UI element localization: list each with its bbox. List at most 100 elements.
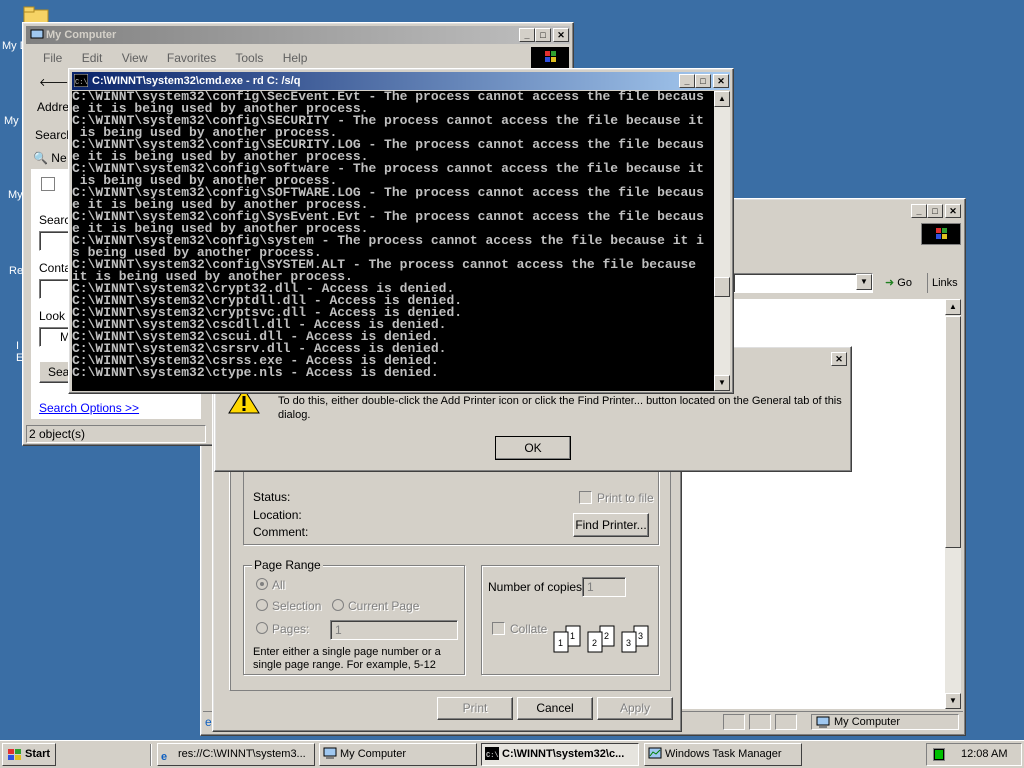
console-line: C:\WINNT\system32\ctype.nls - Access is … bbox=[72, 365, 439, 380]
task-button-ie[interactable]: e res://C:\WINNT\system3... bbox=[157, 743, 315, 766]
windows-logo-icon bbox=[531, 47, 569, 69]
cmd-scrollbar[interactable]: ▲ ▼ bbox=[714, 91, 730, 391]
menu-file[interactable]: File bbox=[43, 51, 62, 65]
minimize-button[interactable]: _ bbox=[519, 28, 535, 42]
current-page-label: Current Page bbox=[348, 599, 420, 613]
console-output[interactable]: C:\WINNT\system32\config\SecEvent.Evt - … bbox=[72, 91, 714, 391]
svg-text:2: 2 bbox=[604, 631, 609, 641]
message-text: To do this, either double-click the Add … bbox=[278, 395, 842, 421]
maximize-button[interactable]: □ bbox=[695, 74, 711, 88]
find-printer-button[interactable]: Find Printer... bbox=[573, 513, 649, 537]
close-button[interactable]: ✕ bbox=[945, 204, 961, 218]
copies-spinner[interactable]: 1 bbox=[582, 577, 626, 597]
task-label: res://C:\WINNT\system3... bbox=[178, 748, 306, 760]
desktop-label-5: I bbox=[16, 340, 20, 352]
print-button[interactable]: Print bbox=[437, 697, 513, 720]
print-to-file-checkbox[interactable] bbox=[579, 491, 592, 504]
browser-window-controls: _ □ ✕ bbox=[911, 204, 961, 218]
collate-checkbox[interactable] bbox=[492, 622, 505, 635]
menu-favorites[interactable]: Favorites bbox=[167, 51, 216, 65]
scroll-thumb[interactable] bbox=[714, 277, 730, 297]
page-range-hint: Enter either a single page number or a s… bbox=[253, 646, 441, 671]
search-for-label: Searc bbox=[39, 213, 71, 227]
windows-logo-icon bbox=[921, 223, 961, 245]
menu-tools[interactable]: Tools bbox=[235, 51, 263, 65]
svg-text:3: 3 bbox=[638, 631, 643, 641]
containing-label: Conta bbox=[39, 261, 72, 275]
copies-value: 1 bbox=[587, 580, 594, 594]
all-label: All bbox=[272, 578, 286, 592]
svg-text:3: 3 bbox=[626, 638, 631, 648]
minimize-button[interactable]: _ bbox=[679, 74, 695, 88]
task-button-cmd[interactable]: C:\ C:\WINNT\system32\c... bbox=[481, 743, 639, 766]
status-pane-2 bbox=[749, 714, 771, 730]
ie-icon: e bbox=[161, 751, 168, 763]
cmd-window: C:\WINNT\system32\cmd.exe - rd C: /s/q C… bbox=[68, 68, 734, 394]
menu-help[interactable]: Help bbox=[283, 51, 308, 65]
selection-label: Selection bbox=[272, 599, 322, 613]
scroll-up-arrow[interactable]: ▲ bbox=[945, 299, 961, 315]
copies-group: Number of copies: 1 Collate 1 1 2 2 3 3 bbox=[481, 565, 659, 675]
ok-button[interactable]: OK bbox=[495, 436, 571, 460]
look-in-label: Look bbox=[39, 309, 66, 323]
new-search-label: Ne bbox=[51, 151, 67, 165]
scroll-down-arrow[interactable]: ▼ bbox=[714, 375, 730, 391]
go-label: Go bbox=[897, 277, 912, 289]
computer-icon bbox=[323, 747, 337, 759]
cancel-button[interactable]: Cancel bbox=[517, 697, 593, 720]
desktop-label-4: Re bbox=[9, 265, 24, 277]
apply-button[interactable]: Apply bbox=[597, 697, 673, 720]
menu-view[interactable]: View bbox=[122, 51, 148, 65]
task-manager-icon bbox=[648, 747, 662, 759]
desktop-icon-my-documents[interactable] bbox=[22, 4, 52, 25]
cpu-meter-icon[interactable] bbox=[933, 748, 945, 761]
system-tray: 12:08 AM bbox=[926, 743, 1022, 766]
collate-label: Collate bbox=[510, 622, 548, 636]
svg-text:1: 1 bbox=[558, 638, 563, 648]
magnifier-icon: 🔍 bbox=[33, 151, 48, 165]
minimize-button[interactable]: _ bbox=[911, 204, 927, 218]
status-pane-1 bbox=[723, 714, 745, 730]
pages-input[interactable]: 1 bbox=[330, 620, 458, 640]
status-label: Status: bbox=[253, 490, 291, 504]
desktop-label-2: My bbox=[4, 115, 19, 127]
my-computer-statusbar: 2 object(s) bbox=[26, 425, 206, 443]
scroll-up-arrow[interactable]: ▲ bbox=[714, 91, 730, 107]
pages-radio[interactable] bbox=[256, 622, 268, 634]
search-options-link[interactable]: Search Options >> bbox=[39, 401, 139, 415]
browser-scrollbar[interactable]: ▲ ▼ bbox=[945, 299, 961, 709]
menu-edit[interactable]: Edit bbox=[82, 51, 103, 65]
my-computer-controls: _ □ ✕ bbox=[519, 28, 569, 42]
maximize-button[interactable]: □ bbox=[927, 204, 943, 218]
cmd-titlebar[interactable]: C:\WINNT\system32\cmd.exe - rd C: /s/q bbox=[72, 72, 730, 90]
task-button-my-computer[interactable]: My Computer bbox=[319, 743, 477, 766]
links-button[interactable]: Links bbox=[927, 273, 963, 293]
selection-radio[interactable] bbox=[256, 599, 268, 611]
address-combo[interactable] bbox=[733, 273, 873, 293]
status-pane-3 bbox=[775, 714, 797, 730]
back-arrow-icon: 🡐 bbox=[39, 77, 69, 89]
all-radio[interactable] bbox=[256, 578, 268, 590]
svg-text:2: 2 bbox=[592, 638, 597, 648]
location-label: Location: bbox=[253, 508, 302, 522]
maximize-button[interactable]: □ bbox=[535, 28, 551, 42]
address-dropdown-button[interactable]: ▼ bbox=[856, 274, 872, 290]
scroll-down-arrow[interactable]: ▼ bbox=[945, 693, 961, 709]
start-button[interactable]: Start bbox=[2, 743, 56, 766]
close-button[interactable]: ✕ bbox=[553, 28, 569, 42]
clock[interactable]: 12:08 AM bbox=[961, 748, 1007, 760]
go-button[interactable]: ➜ Go bbox=[881, 273, 921, 293]
scroll-thumb[interactable] bbox=[945, 316, 961, 548]
search-computer-icon bbox=[41, 177, 55, 191]
taskbar-separator bbox=[150, 744, 152, 766]
task-label: Windows Task Manager bbox=[665, 748, 782, 760]
task-label: C:\WINNT\system32\c... bbox=[502, 748, 625, 760]
computer-icon bbox=[816, 716, 830, 728]
start-label: Start bbox=[25, 748, 51, 760]
message-close-button[interactable]: ✕ bbox=[831, 352, 847, 366]
current-page-radio[interactable] bbox=[332, 599, 344, 611]
new-search-button[interactable]: 🔍 Ne bbox=[33, 151, 67, 165]
my-computer-titlebar[interactable]: My Computer bbox=[26, 26, 570, 44]
task-button-task-manager[interactable]: Windows Task Manager bbox=[644, 743, 802, 766]
close-button[interactable]: ✕ bbox=[713, 74, 729, 88]
